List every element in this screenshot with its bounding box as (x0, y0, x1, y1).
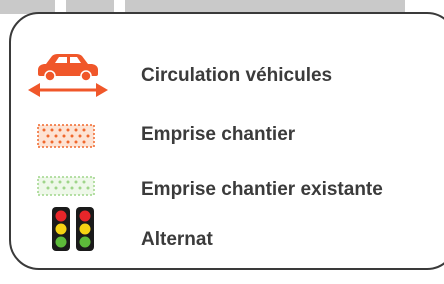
legend-label-circulation: Circulation véhicules (141, 65, 333, 86)
dotted-hatched-area-green-icon (37, 176, 95, 196)
dotted-hatched-area-orange-icon (37, 124, 95, 148)
traffic-lights-icon (52, 207, 94, 251)
legend-label-emprise-existante: Emprise chantier existante (141, 179, 383, 200)
legend-label-emprise-chantier: Emprise chantier (141, 124, 296, 145)
legend-label-alternat: Alternat (141, 229, 213, 250)
car-with-double-arrow-icon (28, 54, 108, 97)
legend-panel-container: Circulation véhicules Emprise chantier E… (0, 0, 444, 284)
